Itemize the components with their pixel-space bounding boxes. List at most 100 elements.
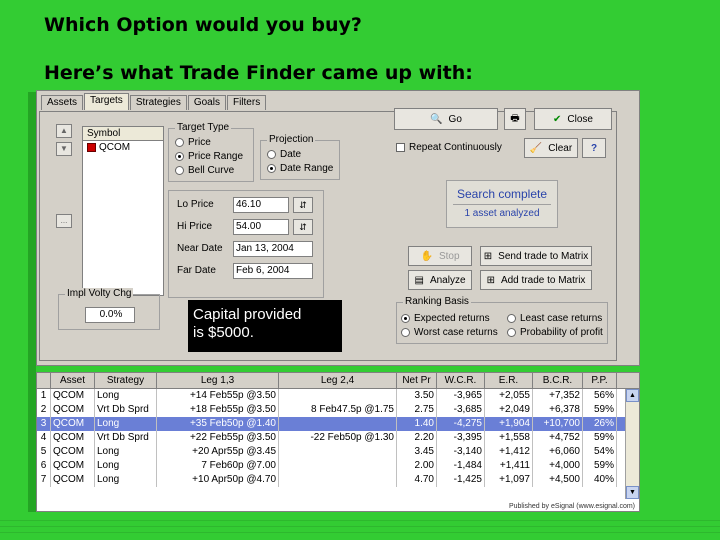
table-row[interactable]: 2 QCOM Vrt Db Sprd +18 Feb55p @3.50 8 Feb47.…: [37, 403, 639, 417]
radio-icon: [267, 150, 276, 159]
radio-price[interactable]: Price: [175, 137, 211, 148]
column-header[interactable]: [37, 373, 51, 388]
table-cell: 2: [37, 403, 51, 417]
column-header[interactable]: B.C.R.: [533, 373, 583, 388]
broom-icon: 🧹: [529, 142, 543, 154]
table-cell: [279, 417, 397, 431]
analyze-label: Analyze: [429, 274, 466, 286]
clear-button[interactable]: 🧹 Clear: [524, 138, 578, 158]
tab-targets[interactable]: Targets: [84, 93, 129, 110]
add-to-matrix-button[interactable]: ⊞ Add trade to Matrix: [480, 270, 592, 290]
radio-date[interactable]: Date: [267, 149, 301, 160]
column-header[interactable]: Net Pr: [397, 373, 437, 388]
radio-price-range-label: Price Range: [188, 151, 244, 162]
scroll-down-icon[interactable]: ▼: [626, 486, 639, 499]
tab-goals[interactable]: Goals: [187, 95, 226, 110]
scroll-up-icon[interactable]: ▲: [626, 389, 639, 402]
radio-worst-case[interactable]: Worst case returns: [401, 327, 498, 338]
table-cell: +1,904: [485, 417, 533, 431]
send-to-matrix-button[interactable]: ⊞ Send trade to Matrix: [480, 246, 592, 266]
table-cell: +35 Feb50p @1.40: [157, 417, 279, 431]
radio-icon: [175, 166, 184, 175]
table-row[interactable]: 1 QCOM Long +14 Feb55p @3.50 3.50 -3,965 +2,05…: [37, 389, 639, 403]
table-cell: 4: [37, 431, 51, 445]
lo-price-picker-icon[interactable]: ⇵: [293, 197, 313, 213]
results-scrollbar[interactable]: ▲ ▼: [625, 389, 639, 499]
callout-line-2: is $5000.: [193, 324, 254, 341]
repeat-checkbox[interactable]: Repeat Continuously: [396, 142, 502, 153]
radio-icon: [507, 328, 516, 337]
column-header[interactable]: Leg 2,4: [279, 373, 397, 388]
analyze-button[interactable]: ▤ Analyze: [408, 270, 472, 290]
column-header[interactable]: P.P.: [583, 373, 617, 388]
symbol-item[interactable]: QCOM: [83, 141, 163, 154]
column-header[interactable]: Leg 1,3: [157, 373, 279, 388]
table-cell: +1,411: [485, 459, 533, 473]
radio-bell-curve[interactable]: Bell Curve: [175, 165, 234, 176]
table-cell: -3,395: [437, 431, 485, 445]
impl-volty-group: Impl Volty Chg 0.0%: [58, 288, 160, 330]
far-date-input[interactable]: Feb 6, 2004: [233, 263, 313, 279]
lo-price-input[interactable]: 46.10: [233, 197, 289, 213]
radio-probability-profit[interactable]: Probability of profit: [507, 327, 603, 338]
tab-filters[interactable]: Filters: [226, 95, 267, 110]
slide-subtitle: Here’s what Trade Finder came up with:: [44, 62, 473, 84]
table-cell: 56%: [583, 389, 617, 403]
column-header[interactable]: Asset: [51, 373, 95, 388]
tab-strategies[interactable]: Strategies: [129, 95, 187, 110]
radio-date-label: Date: [280, 149, 302, 160]
close-button[interactable]: ✔ Close: [534, 108, 612, 130]
radio-expected-returns[interactable]: Expected returns: [401, 313, 490, 324]
radio-least-case-label: Least case returns: [520, 313, 603, 324]
lo-price-label: Lo Price: [177, 199, 214, 210]
move-down-button[interactable]: ▼: [56, 142, 72, 156]
move-up-button[interactable]: ▲: [56, 124, 72, 138]
impl-volty-input[interactable]: 0.0%: [85, 307, 135, 323]
radio-price-range[interactable]: Price Range: [175, 151, 243, 162]
help-button[interactable]: ?: [582, 138, 606, 158]
table-row[interactable]: 6 QCOM Long 7 Feb60p @7.00 2.00 -1,484 +1,411 +…: [37, 459, 639, 473]
column-header[interactable]: W.C.R.: [437, 373, 485, 388]
column-header[interactable]: Strategy: [95, 373, 157, 388]
radio-selected-icon: [267, 164, 276, 173]
slide-title: Which Option would you buy?: [44, 14, 362, 36]
hi-price-label: Hi Price: [177, 221, 213, 232]
hi-price-input[interactable]: 54.00: [233, 219, 289, 235]
table-cell: 8 Feb47.5p @1.75: [279, 403, 397, 417]
table-row[interactable]: 3 QCOM Long +35 Feb50p @1.40 1.40 -4,275 +1,90…: [37, 417, 639, 431]
table-cell: -3,685: [437, 403, 485, 417]
table-cell: +10,700: [533, 417, 583, 431]
table-row[interactable]: 7 QCOM Long +10 Apr50p @4.70 4.70 -1,425 +1,09…: [37, 473, 639, 487]
radio-least-case[interactable]: Least case returns: [507, 313, 602, 324]
table-cell: 7: [37, 473, 51, 487]
column-header[interactable]: E.R.: [485, 373, 533, 388]
stop-label: Stop: [438, 250, 460, 262]
table-cell: [279, 473, 397, 487]
stop-button[interactable]: ✋ Stop: [408, 246, 472, 266]
target-type-label: Target Type: [175, 122, 232, 134]
repeat-label: Repeat Continuously: [409, 142, 502, 153]
table-cell: 3: [37, 417, 51, 431]
table-cell: 59%: [583, 459, 617, 473]
radio-date-range[interactable]: Date Range: [267, 163, 333, 174]
hi-price-picker-icon[interactable]: ⇵: [293, 219, 313, 235]
print-button[interactable]: 🖶: [504, 108, 526, 130]
table-cell: +6,378: [533, 403, 583, 417]
table-cell: +10 Apr50p @4.70: [157, 473, 279, 487]
more-button[interactable]: ...: [56, 214, 72, 228]
chart-icon: ▤: [414, 274, 424, 286]
search-status: Search complete 1 asset analyzed: [446, 180, 558, 228]
symbol-list[interactable]: Symbol QCOM: [82, 126, 164, 296]
near-date-input[interactable]: Jan 13, 2004: [233, 241, 313, 257]
tab-assets[interactable]: Assets: [41, 95, 84, 110]
table-cell: 59%: [583, 403, 617, 417]
table-cell: Long: [95, 473, 157, 487]
close-label: Close: [567, 113, 593, 125]
table-cell: -3,965: [437, 389, 485, 403]
tab-strip: Assets Targets Strategies Goals Filters: [41, 93, 267, 111]
table-cell: 2.75: [397, 403, 437, 417]
table-row[interactable]: 4 QCOM Vrt Db Sprd +22 Feb55p @3.50 -22 Feb5…: [37, 431, 639, 445]
go-button[interactable]: 🔍 Go: [394, 108, 498, 130]
radio-date-range-label: Date Range: [280, 163, 334, 174]
table-row[interactable]: 5 QCOM Long +20 Apr55p @3.45 3.45 -3,140 +1,41…: [37, 445, 639, 459]
